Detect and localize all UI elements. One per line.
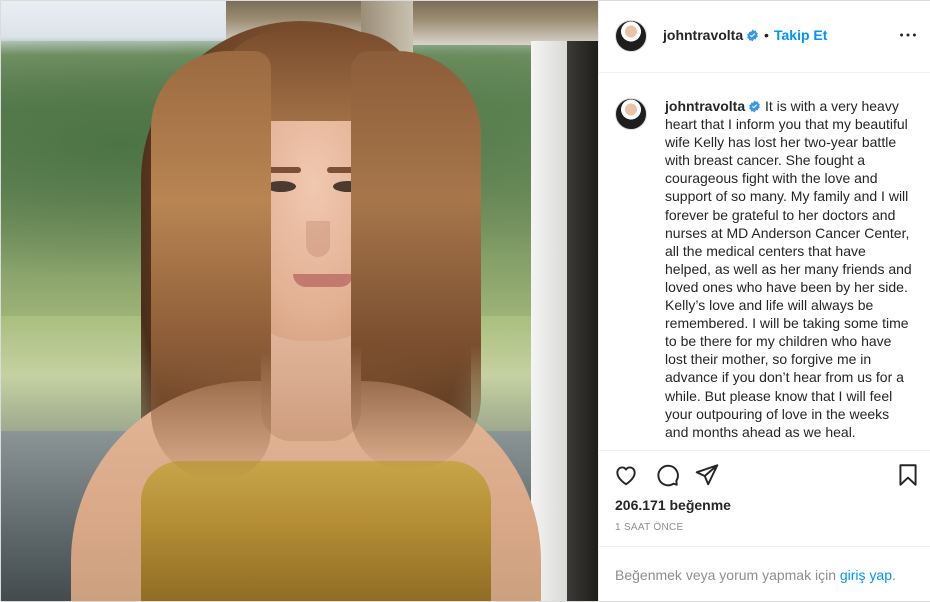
background-white-post [531, 41, 571, 601]
likes-count[interactable]: 206.171 beğenme [615, 497, 731, 513]
hair-left [151, 51, 271, 481]
verified-badge-icon [749, 100, 760, 113]
nose [306, 221, 330, 257]
header-separator: • [764, 27, 769, 43]
caption: johntravolta It is with a very heavy hea… [665, 97, 915, 441]
login-prefix: Beğenmek veya yorum yapmak için [615, 567, 840, 583]
background-dark-post [567, 41, 598, 601]
login-prompt: Beğenmek veya yorum yapmak için giriş ya… [599, 546, 930, 597]
send-icon[interactable] [694, 462, 720, 488]
post-header: johntravolta • Takip Et [599, 1, 930, 73]
post-side-panel: johntravolta • Takip Et johntravolta It … [598, 1, 930, 601]
hair-right [351, 51, 481, 471]
heart-icon[interactable] [613, 462, 639, 488]
time-ago[interactable]: 1 SAAT ÖNCE [615, 522, 684, 533]
caption-section[interactable]: johntravolta It is with a very heavy hea… [599, 74, 930, 450]
instagram-post: johntravolta • Takip Et johntravolta It … [0, 0, 930, 602]
comment-icon[interactable] [654, 462, 680, 488]
caption-avatar[interactable] [615, 98, 647, 130]
lips [293, 274, 353, 287]
caption-username[interactable]: johntravolta [665, 98, 745, 114]
follow-button[interactable]: Takip Et [774, 27, 827, 43]
post-actions: 206.171 beğenme 1 SAAT ÖNCE Beğenmek vey… [599, 450, 930, 596]
woman-portrait [61, 21, 541, 601]
bookmark-icon[interactable] [895, 462, 921, 488]
gold-top [141, 461, 491, 601]
header-username[interactable]: johntravolta [663, 27, 759, 43]
post-photo[interactable] [1, 1, 598, 601]
verified-badge-icon [747, 29, 758, 42]
caption-text: It is with a very heavy heart that I inf… [665, 98, 912, 440]
login-prompt-text: Beğenmek veya yorum yapmak için giriş ya… [615, 567, 896, 583]
more-horizontal-icon[interactable] [897, 24, 919, 46]
login-suffix: . [892, 567, 896, 583]
login-link[interactable]: giriş yap [840, 567, 892, 583]
avatar[interactable] [615, 20, 647, 52]
header-username-text[interactable]: johntravolta [663, 27, 743, 43]
